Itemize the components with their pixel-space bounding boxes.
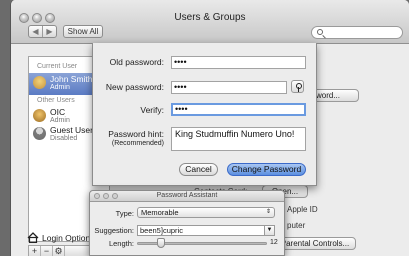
user-role: Admin bbox=[50, 84, 70, 91]
new-password-label: New password: bbox=[105, 82, 164, 92]
type-select[interactable]: Memorable ⇕ bbox=[137, 207, 275, 218]
parental-controls-button[interactable]: Parental Controls... bbox=[274, 237, 356, 250]
password-assistant-window: Password Assistant Type: Memorable ⇕ Sug… bbox=[89, 190, 285, 256]
type-value: Memorable bbox=[141, 208, 179, 217]
forward-arrow-icon[interactable]: ▶ bbox=[42, 26, 56, 37]
add-user-button[interactable]: + bbox=[29, 246, 41, 256]
updown-arrows-icon: ⇕ bbox=[265, 209, 271, 215]
other-users-header: Other Users bbox=[37, 97, 75, 104]
avatar bbox=[33, 127, 46, 140]
recommended-label: (Recommended) bbox=[111, 140, 164, 147]
assistant-title: Password Assistant bbox=[156, 192, 218, 199]
allow-computer-text: puter bbox=[287, 221, 306, 230]
user-role: Admin bbox=[50, 117, 70, 124]
password-hint-label: Password hint: bbox=[108, 129, 164, 139]
cancel-button[interactable]: Cancel bbox=[179, 163, 218, 176]
length-slider-knob[interactable] bbox=[157, 238, 165, 248]
avatar bbox=[33, 76, 46, 89]
house-icon bbox=[27, 232, 39, 243]
verify-label: Verify: bbox=[140, 105, 164, 115]
assistant-title-bar: Password Assistant bbox=[90, 191, 284, 202]
new-password-field[interactable]: •••• bbox=[171, 81, 287, 94]
suggestion-combo[interactable]: been5]cupric ▼ bbox=[137, 225, 275, 236]
length-value: 12 bbox=[270, 239, 278, 246]
length-label: Length: bbox=[108, 239, 134, 248]
user-name: John Smith bbox=[50, 74, 93, 84]
search-input[interactable] bbox=[311, 26, 403, 39]
chevron-down-icon[interactable]: ▼ bbox=[264, 226, 274, 235]
remove-user-button[interactable]: − bbox=[41, 246, 53, 256]
suggestion-label: Suggestion: bbox=[94, 226, 134, 235]
apple-id-text: Apple ID bbox=[287, 205, 318, 214]
verify-field[interactable]: •••• bbox=[171, 103, 306, 116]
gear-icon[interactable]: ⚙ bbox=[53, 246, 65, 256]
change-password-confirm-button[interactable]: Change Password bbox=[227, 163, 306, 176]
show-all-button[interactable]: Show All bbox=[63, 25, 103, 38]
key-icon[interactable] bbox=[291, 80, 304, 93]
type-label: Type: bbox=[115, 209, 134, 218]
title-bar: Users & Groups ◀ ▶ Show All bbox=[11, 0, 409, 44]
user-name: Guest User bbox=[50, 125, 93, 135]
current-user-header: Current User bbox=[37, 63, 78, 70]
change-password-sheet: Old password: •••• New password: •••• Ve… bbox=[92, 43, 317, 186]
avatar bbox=[33, 109, 46, 122]
nav-buttons: ◀ ▶ bbox=[28, 25, 57, 38]
user-role: Disabled bbox=[50, 135, 78, 142]
old-password-field[interactable]: •••• bbox=[171, 56, 306, 69]
window-title: Users & Groups bbox=[174, 12, 246, 23]
search-icon bbox=[317, 29, 323, 35]
back-arrow-icon[interactable]: ◀ bbox=[29, 26, 42, 37]
old-password-label: Old password: bbox=[109, 57, 164, 67]
user-name: OIC bbox=[50, 107, 66, 117]
password-hint-field[interactable]: King Studmuffin Numero Uno! bbox=[171, 127, 306, 151]
login-options-label: Login Options bbox=[42, 233, 95, 243]
suggestion-value: been5]cupric bbox=[140, 226, 183, 235]
